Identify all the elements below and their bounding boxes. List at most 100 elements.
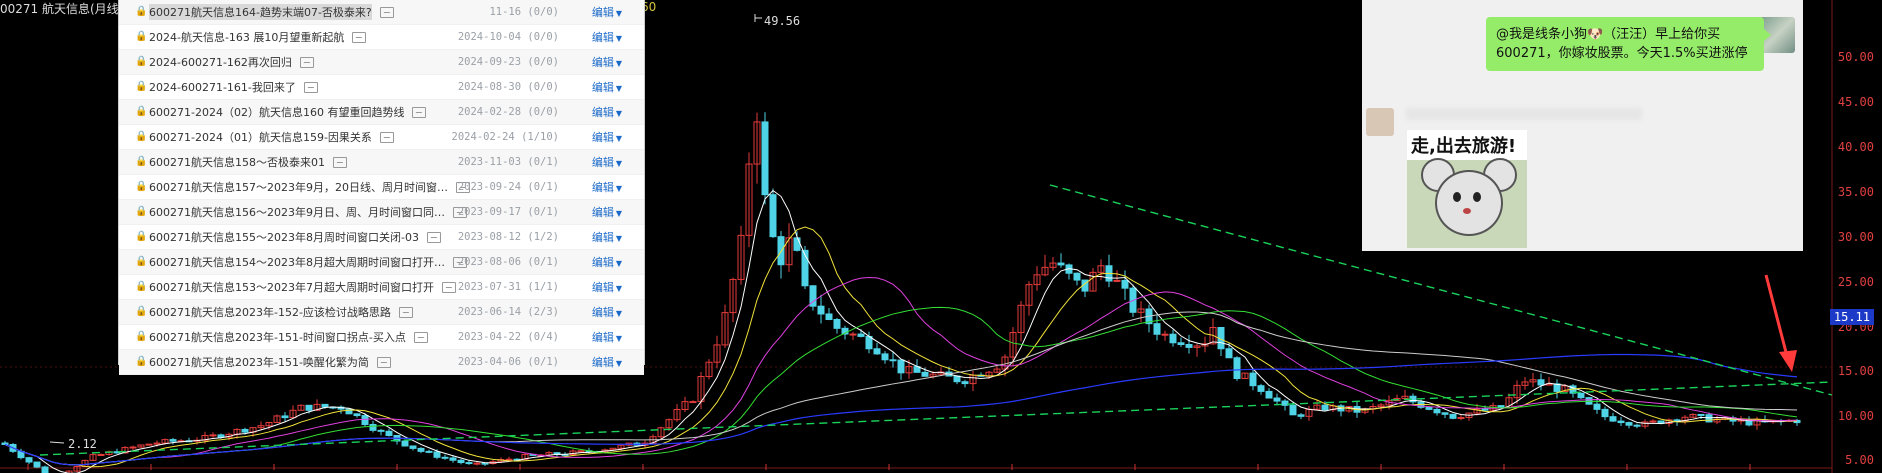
candle-body (1433, 408, 1441, 414)
candle-body (377, 429, 385, 432)
mouse-eye-left (1453, 192, 1461, 202)
document-title[interactable]: 600271航天信息2023年-151-唤醒化繁为简 (149, 354, 369, 370)
document-row[interactable]: 🔒 600271航天信息2023年-151-唤醒化繁为简 2023-04-06 (0… (119, 350, 644, 375)
document-row[interactable]: 🔒 2024-600271-161-我回来了 2024-08-30 (0/0) 编辑 ▼ (119, 75, 644, 100)
document-row[interactable]: 🔒 600271航天信息154～2023年8月超大周期时间窗口打开… 2023-08… (119, 250, 644, 275)
red-arrow-shaft (1764, 274, 1790, 361)
edit-dropdown-button[interactable]: 编辑 ▼ (592, 354, 622, 370)
edit-dropdown-button[interactable]: 编辑 ▼ (592, 279, 622, 295)
chevron-down-icon: ▼ (615, 334, 622, 343)
candle-body (889, 359, 897, 362)
document-date: 2023-11-03 (0/1) (457, 156, 559, 168)
document-row[interactable]: 🔒 2024-600271-162再次回归 2024-09-23 (0/0) 编辑 ▼ (119, 50, 644, 75)
candle-body (1177, 342, 1185, 346)
candle-body (41, 466, 49, 473)
candle-body (97, 454, 105, 457)
document-row[interactable]: 🔒 600271航天信息157～2023年9月，20日线、周月时间窗… 2023-0… (119, 175, 644, 200)
document-title[interactable]: 600271航天信息153～2023年7月超大周期时间窗口打开 (149, 279, 434, 295)
y-tick-label: 15.00 (1837, 364, 1874, 378)
document-row[interactable]: 🔒 2024-航天信息-163 展10月望重新起航 2024-10-04 (0/0)… (119, 25, 644, 50)
document-row[interactable]: 🔒 600271航天信息2023年-152-应该检讨战略思路 2023-06-14 … (119, 300, 644, 325)
document-title[interactable]: 600271航天信息2023年-152-应该检讨战略思路 (149, 304, 391, 320)
document-row[interactable]: 🔒 600271航天信息158～否极泰来01 2023-11-03 (0/1) 编辑 ▼ (119, 150, 644, 175)
image-icon (376, 356, 391, 368)
lock-icon: 🔒 (135, 181, 148, 192)
edit-dropdown-button[interactable]: 编辑 ▼ (592, 254, 622, 270)
document-title[interactable]: 2024-航天信息-163 展10月望重新起航 (149, 29, 344, 45)
document-title[interactable]: 600271航天信息158～否极泰来01 (149, 154, 325, 170)
document-title[interactable]: 600271-2024（02）航天信息160 有望重回趋势线 (149, 104, 404, 120)
edit-dropdown-button[interactable]: 编辑 ▼ (592, 229, 622, 245)
document-row[interactable]: 🔒 600271-2024（01）航天信息159-因果关系 2024-02-24 (… (119, 125, 644, 150)
edit-dropdown-button[interactable]: 编辑 ▼ (592, 179, 622, 195)
edit-dropdown-button[interactable]: 编辑 ▼ (592, 104, 622, 120)
y-tick-label: 45.00 (1837, 95, 1874, 109)
sticker-image[interactable]: 走,出去旅游! (1407, 130, 1527, 248)
edit-dropdown-button[interactable]: 编辑 ▼ (592, 4, 622, 20)
candle-body (849, 333, 857, 336)
chevron-down-icon: ▼ (615, 59, 622, 68)
mouse-head (1435, 170, 1503, 236)
candle-body (1249, 372, 1257, 387)
document-row[interactable]: 🔒 600271航天信息156～2023年9月日、周、月时间窗口同… 2023-09… (119, 200, 644, 225)
document-title[interactable]: 600271航天信息157～2023年9月，20日线、周月时间窗… (149, 179, 448, 195)
document-title[interactable]: 600271航天信息2023年-151-时间窗口拐点-买入点 (149, 329, 406, 345)
candle-body (777, 236, 785, 266)
document-title[interactable]: 600271航天信息164-趋势末端07-否极泰来? (149, 4, 372, 20)
lock-icon: 🔒 (135, 356, 148, 367)
candle-body (385, 430, 393, 436)
chat-message-bubble: @我是线条小狗🐶（汪汪）早上给你买600271，你嫁妆股票。今天1.5%买进涨停 (1486, 17, 1771, 71)
document-date: 2024-08-30 (0/0) (457, 81, 559, 93)
candle-body (417, 447, 425, 452)
y-tick-label: 35.00 (1837, 185, 1874, 199)
document-date: 2024-02-24 (1/10) (451, 131, 559, 143)
candle-body (449, 457, 457, 461)
edit-dropdown-button[interactable]: 编辑 ▼ (592, 79, 622, 95)
edit-dropdown-button[interactable]: 编辑 ▼ (592, 304, 622, 320)
edit-dropdown-button[interactable]: 编辑 ▼ (592, 154, 622, 170)
candle-body (353, 413, 361, 417)
candle-body (1233, 357, 1241, 380)
candle-body (793, 237, 801, 251)
chevron-down-icon: ▼ (615, 134, 622, 143)
document-date: 2023-08-06 (0/1) (457, 256, 559, 268)
image-icon (379, 131, 394, 143)
document-title[interactable]: 600271航天信息155～2023年8月周时间窗口关闭-03 (149, 229, 419, 245)
document-row[interactable]: 🔒 600271航天信息164-趋势末端07-否极泰来? 11-16 (0/0) 编辑… (119, 0, 644, 25)
candle-body (1481, 408, 1489, 411)
candle-body (1057, 262, 1065, 266)
document-title[interactable]: 2024-600271-162再次回归 (149, 54, 292, 70)
candle-body (865, 335, 873, 350)
edit-dropdown-button[interactable]: 编辑 ▼ (592, 129, 622, 145)
y-tick-label: 30.00 (1837, 230, 1874, 244)
candle-body (369, 423, 377, 431)
candle-body (169, 439, 177, 442)
candle-body (761, 121, 769, 196)
candle-body (409, 445, 417, 449)
document-row[interactable]: 🔒 600271航天信息2023年-151-时间窗口拐点-买入点 2023-04-2… (119, 325, 644, 350)
document-row[interactable]: 🔒 600271航天信息155～2023年8月周时间窗口关闭-03 2023-08-… (119, 225, 644, 250)
candle-body (441, 456, 449, 459)
edit-dropdown-button[interactable]: 编辑 ▼ (592, 29, 622, 45)
document-title[interactable]: 600271航天信息154～2023年8月超大周期时间窗口打开… (149, 254, 445, 270)
document-row[interactable]: 🔒 600271航天信息153～2023年7月超大周期时间窗口打开 2023-07-… (119, 275, 644, 300)
edit-dropdown-button[interactable]: 编辑 ▼ (592, 54, 622, 70)
document-list-panel[interactable]: 🔒 600271航天信息164-趋势末端07-否极泰来? 11-16 (0/0) 编辑… (118, 0, 645, 375)
lock-icon: 🔒 (135, 256, 148, 267)
candle-body (1609, 416, 1617, 422)
candle-body (1153, 323, 1161, 335)
document-date: 2023-04-06 (0/1) (457, 356, 559, 368)
edit-dropdown-button[interactable]: 编辑 ▼ (592, 204, 622, 220)
candle-body (1697, 413, 1705, 416)
document-date: 11-16 (0/0) (489, 6, 559, 18)
contact-avatar[interactable] (1366, 108, 1394, 136)
document-title[interactable]: 600271-2024（01）航天信息159-因果关系 (149, 129, 372, 145)
candle-body (1633, 424, 1641, 427)
document-title[interactable]: 2024-600271-161-我回来了 (149, 79, 296, 95)
document-row[interactable]: 🔒 600271-2024（02）航天信息160 有望重回趋势线 2024-02-2… (119, 100, 644, 125)
chat-panel[interactable]: @我是线条小狗🐶（汪汪）早上给你买600271，你嫁妆股票。今天1.5%买进涨停… (1362, 0, 1803, 251)
document-title[interactable]: 600271航天信息156～2023年9月日、周、月时间窗口同… (149, 204, 445, 220)
edit-dropdown-button[interactable]: 编辑 ▼ (592, 329, 622, 345)
candle-body (481, 462, 489, 465)
y-tick-label: 5.00 (1845, 453, 1874, 467)
